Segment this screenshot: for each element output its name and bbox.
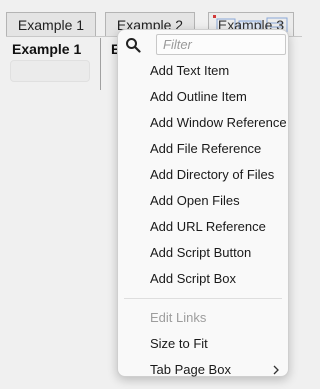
menu-separator <box>124 298 282 299</box>
menu-item-add-open-files[interactable]: Add Open Files <box>118 188 288 214</box>
menu-item-label: Add Outline Item <box>150 89 247 104</box>
menu-item-add-url-reference[interactable]: Add URL Reference <box>118 214 288 240</box>
pane-splitter[interactable] <box>100 38 101 90</box>
application-window: Example 1 Example 2 Example 3 Example 1 … <box>0 0 316 389</box>
menu-item-add-script-box[interactable]: Add Script Box <box>118 266 288 292</box>
context-menu: Add Text Item Add Outline Item Add Windo… <box>117 29 289 377</box>
menu-item-add-directory-of-files[interactable]: Add Directory of Files <box>118 162 288 188</box>
menu-item-add-text-item[interactable]: Add Text Item <box>118 58 288 84</box>
menu-item-label: Add Script Button <box>150 245 252 260</box>
menu-item-label: Add Text Item <box>150 63 230 78</box>
menu-item-add-window-reference[interactable]: Add Window Reference <box>118 110 288 136</box>
menu-item-add-file-reference[interactable]: Add File Reference <box>118 136 288 162</box>
menu-item-list: Add Text Item Add Outline Item Add Windo… <box>118 58 288 383</box>
tab-label: Example 1 <box>17 17 85 33</box>
filter-input[interactable] <box>156 34 286 55</box>
menu-item-label: Add File Reference <box>150 141 262 156</box>
menu-item-label: Edit Links <box>150 310 207 325</box>
menu-item-add-script-button[interactable]: Add Script Button <box>118 240 288 266</box>
menu-item-label: Add Open Files <box>150 193 240 208</box>
menu-item-label: Add Window Reference <box>150 115 287 130</box>
menu-item-size-to-fit[interactable]: Size to Fit <box>118 331 288 357</box>
menu-item-label: Add Directory of Files <box>150 167 275 182</box>
pane-content-box[interactable] <box>10 60 90 82</box>
pane-heading-left: Example 1 <box>12 41 82 57</box>
menu-item-label: Size to Fit <box>150 336 208 351</box>
menu-item-label: Tab Page Box <box>150 362 231 377</box>
chevron-right-icon <box>273 365 279 375</box>
menu-item-label: Add Script Box <box>150 271 236 286</box>
menu-item-edit-links: Edit Links <box>118 305 288 331</box>
tab-example-1[interactable]: Example 1 <box>6 12 96 36</box>
menu-item-label: Add URL Reference <box>150 219 266 234</box>
menu-item-tab-page-box[interactable]: Tab Page Box <box>118 357 288 383</box>
menu-item-add-outline-item[interactable]: Add Outline Item <box>118 84 288 110</box>
search-icon <box>126 38 141 53</box>
